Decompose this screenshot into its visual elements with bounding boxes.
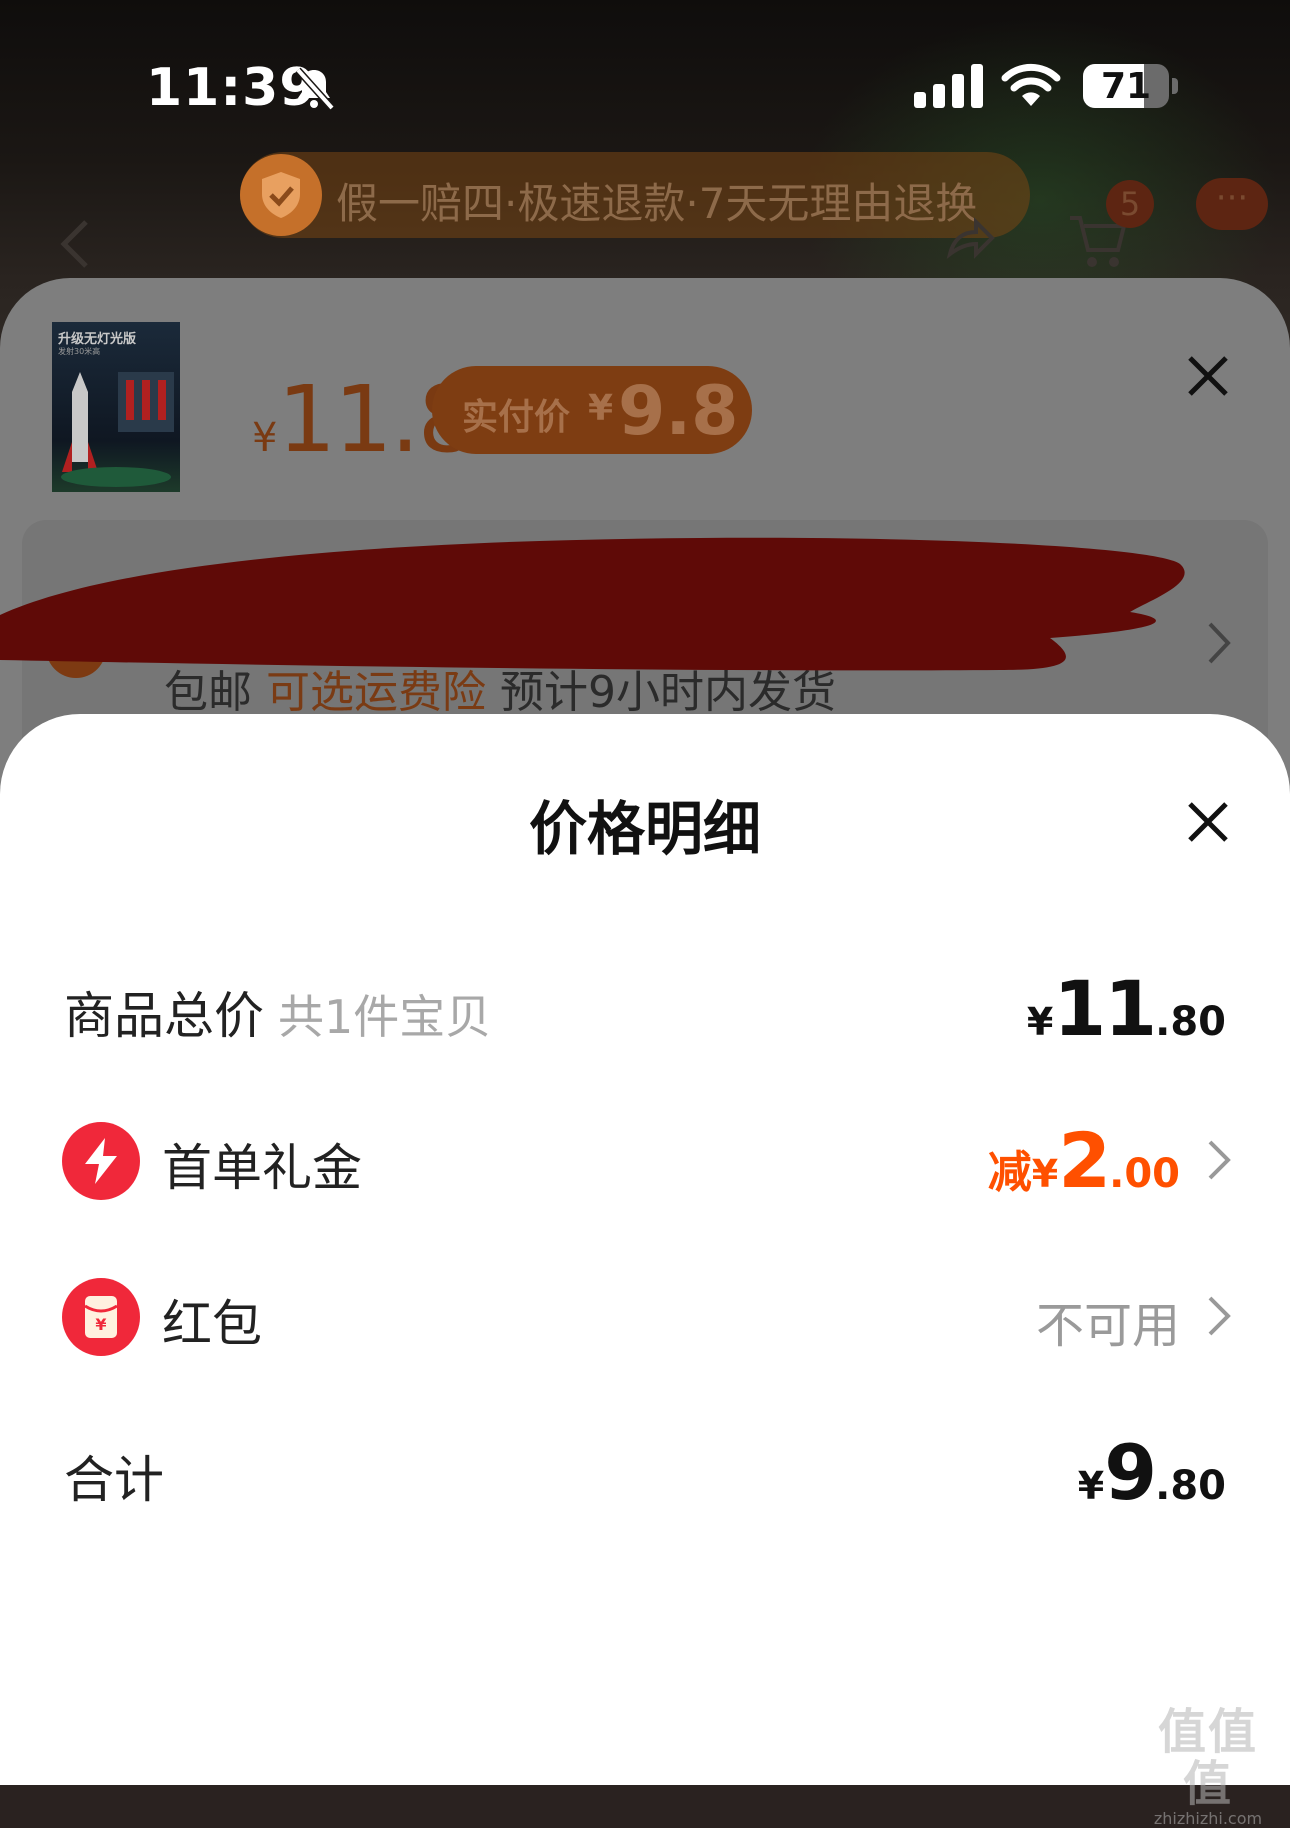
lightning-icon [62,1122,140,1200]
back-icon[interactable] [56,216,96,272]
chevron-right-icon [1208,622,1231,664]
currency-symbol: ¥ [252,415,278,461]
discount-prefix: 减 [987,1147,1032,1198]
chevron-right-icon [1208,1296,1231,1336]
total-amount: ¥9.80 [1078,1428,1226,1517]
actual-pay-currency: ¥ [588,388,614,429]
first-order-gift-amount: 减¥2.00 [988,1116,1180,1205]
currency-symbol: ¥ [1031,1152,1059,1196]
close-icon[interactable] [1184,798,1232,846]
actual-pay-value: 9.8 [618,372,739,451]
cellular-signal-icon [914,64,983,108]
currency-symbol: ¥ [1077,1464,1105,1508]
site-watermark: 值值值 zhizhizhi.com [1134,1706,1282,1828]
row-label: 商品总价 共1件宝贝 [64,976,491,1048]
red-packet-icon: ¥ [62,1278,140,1356]
row-total: 合计 ¥9.80 [0,1418,1290,1518]
red-packet-status: 不可用 [1035,1298,1180,1354]
first-order-gift-label: 首单礼金 [162,1139,362,1197]
actual-pay-label: 实付价 [462,397,571,438]
close-icon[interactable] [1184,352,1232,400]
chevron-right-icon [1208,1140,1231,1180]
row-red-packet[interactable]: ¥ 红包 不可用 [0,1262,1290,1362]
amount-decimal: .80 [1155,999,1226,1045]
row-goods-total: 商品总价 共1件宝贝 ¥11.80 [0,954,1290,1054]
battery-indicator: 71 [1083,64,1169,108]
guarantee-text: 假一赔四·极速退款·7天无理由退换 [336,179,978,228]
currency-symbol: ¥ [1026,1000,1054,1044]
amount-integer: 9 [1104,1428,1157,1517]
status-bar: 11:39 71 [0,0,1290,150]
share-icon[interactable] [940,210,996,266]
product-thumbnail: 升级无灯光版 发射30米高 [52,322,180,492]
price-detail-modal: 价格明细 商品总价 共1件宝贝 ¥11.80 首单礼金 减¥2.00 ¥ 红包 … [0,714,1290,1785]
goods-total-label: 商品总价 [64,987,264,1045]
guarantee-banner: 假一赔四·极速退款·7天无理由退换 [240,152,1030,238]
row-first-order-gift[interactable]: 首单礼金 减¥2.00 [0,1106,1290,1206]
amount-integer: 11 [1053,964,1157,1053]
actual-pay-badge: 实付价 ¥ 9.8 [432,366,752,454]
more-button[interactable]: ··· [1196,178,1268,230]
amount-decimal: .00 [1109,1151,1180,1197]
goods-total-amount: ¥11.80 [1027,964,1226,1053]
red-packet-label: 红包 [162,1295,262,1353]
battery-cap [1172,78,1178,94]
bell-muted-icon [295,67,335,111]
shield-check-icon [240,154,322,236]
thumbnail-title: 升级无灯光版 [58,332,137,347]
item-count: 共1件宝贝 [278,990,492,1044]
battery-level: 71 [1100,66,1152,107]
redaction-scribble [0,537,1185,671]
modal-title: 价格明细 [528,795,761,863]
wifi-icon [1001,63,1061,106]
svg-text:¥: ¥ [95,1315,106,1334]
rocket-image [61,372,174,487]
watermark-url: zhizhizhi.com [1153,1809,1263,1828]
amount-decimal: .80 [1155,1463,1226,1509]
amount-integer: 2 [1058,1116,1111,1205]
watermark-logo: 值值值 [1157,1704,1258,1812]
cart-count-badge: 5 [1106,180,1154,228]
total-label: 合计 [64,1451,164,1509]
